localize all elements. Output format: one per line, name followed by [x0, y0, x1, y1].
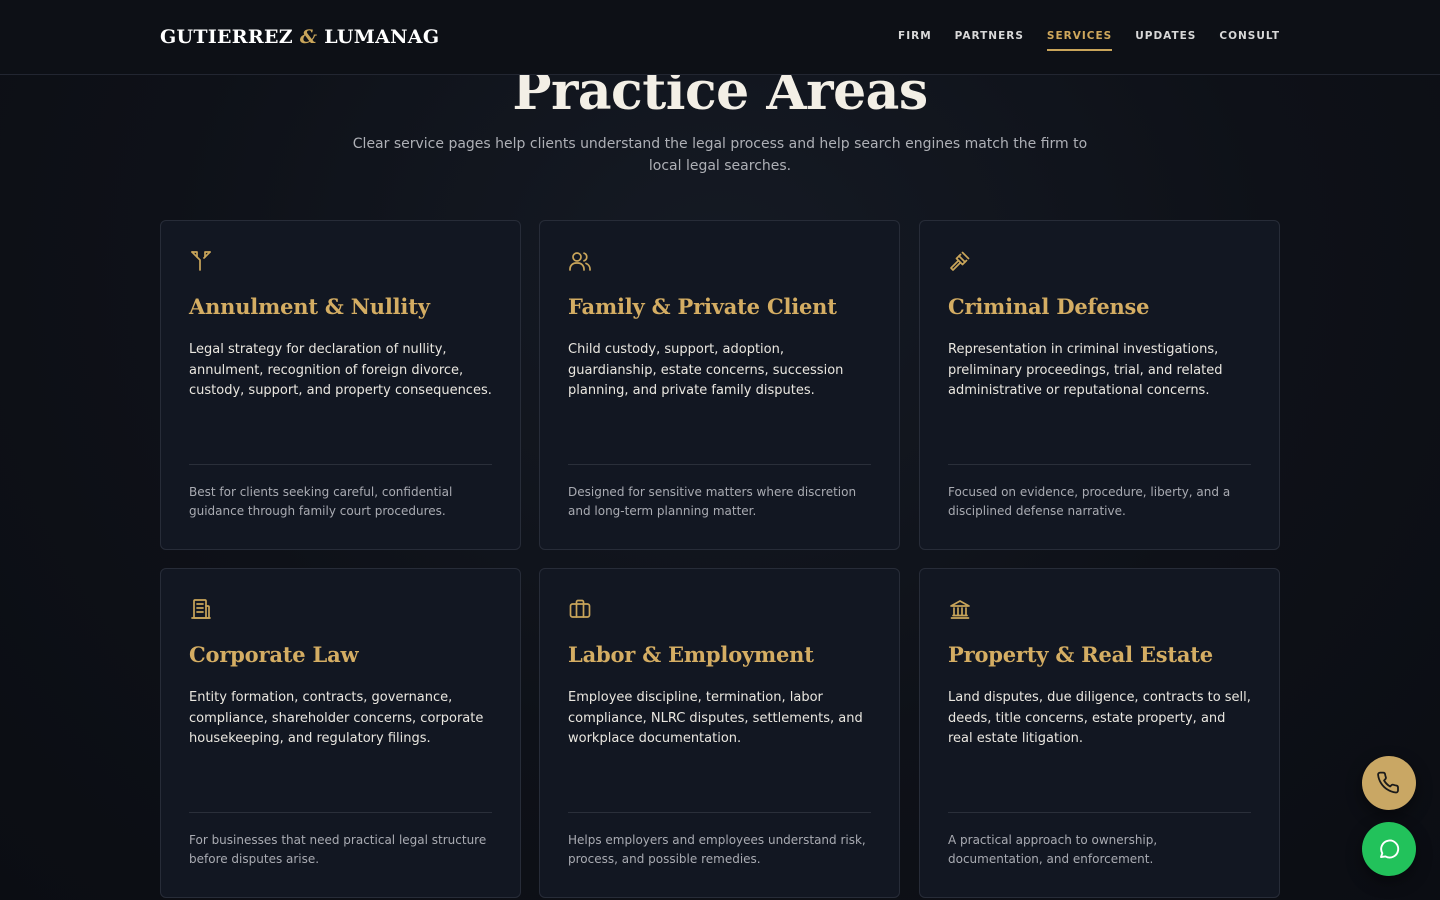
logo-ampersand: &: [299, 26, 318, 48]
main-nav: FIRM PARTNERS SERVICES UPDATES CONSULT: [898, 30, 1280, 51]
card-note: Focused on evidence, procedure, liberty,…: [948, 485, 1231, 518]
card-title: Labor & Employment: [568, 642, 814, 667]
nav-item-partners[interactable]: PARTNERS: [955, 30, 1024, 49]
practice-card-annulment[interactable]: Annulment & Nullity Legal strategy for d…: [160, 220, 521, 550]
chat-icon: [1377, 837, 1401, 861]
nav-item-consult[interactable]: CONSULT: [1219, 30, 1280, 49]
nav-item-services[interactable]: SERVICES: [1046, 30, 1113, 51]
card-description: Land disputes, due diligence, contracts …: [948, 690, 1251, 746]
card-note: Best for clients seeking careful, confid…: [189, 485, 453, 518]
card-description: Employee discipline, termination, labor …: [568, 690, 863, 746]
practice-card-property[interactable]: Property & Real Estate Land disputes, du…: [919, 568, 1280, 898]
card-title: Corporate Law: [189, 642, 359, 667]
card-note: Helps employers and employees understand…: [568, 833, 866, 866]
card-title: Criminal Defense: [948, 294, 1150, 319]
card-note: For businesses that need practical legal…: [189, 833, 487, 866]
card-title: Property & Real Estate: [948, 642, 1213, 667]
card-description: Representation in criminal investigation…: [948, 342, 1223, 398]
card-description: Legal strategy for declaration of nullit…: [189, 342, 492, 398]
card-divider: [948, 464, 1251, 465]
nav-item-firm[interactable]: FIRM: [898, 30, 932, 49]
practice-card-criminal[interactable]: Criminal Defense Representation in crimi…: [919, 220, 1280, 550]
card-divider: [568, 812, 871, 813]
card-title: Annulment & Nullity: [189, 294, 430, 319]
building-icon: [189, 597, 213, 621]
card-note: A practical approach to ownership, docum…: [948, 833, 1158, 866]
card-title: Family & Private Client: [568, 294, 837, 319]
briefcase-icon: [568, 597, 592, 621]
whatsapp-chat-button[interactable]: [1362, 822, 1416, 876]
card-description: Entity formation, contracts, governance,…: [189, 690, 484, 746]
card-divider: [189, 812, 492, 813]
card-description: Child custody, support, adoption, guardi…: [568, 342, 844, 398]
site-header: GUTIERREZ & LUMANAG FIRM PARTNERS SERVIC…: [0, 0, 1440, 75]
practice-card-family[interactable]: Family & Private Client Child custody, s…: [539, 220, 900, 550]
landmark-icon: [948, 597, 972, 621]
card-divider: [948, 812, 1251, 813]
phone-icon: [1377, 771, 1401, 795]
card-note: Designed for sensitive matters where dis…: [568, 485, 857, 518]
practice-card-corporate[interactable]: Corporate Law Entity formation, contract…: [160, 568, 521, 898]
call-button[interactable]: [1362, 756, 1416, 810]
split-arrows-icon: [189, 249, 213, 273]
logo-right-name: LUMANAG: [324, 26, 440, 48]
practice-card-labor[interactable]: Labor & Employment Employee discipline, …: [539, 568, 900, 898]
users-icon: [568, 249, 592, 273]
firm-logo[interactable]: GUTIERREZ & LUMANAG: [160, 26, 439, 48]
nav-item-updates[interactable]: UPDATES: [1135, 30, 1196, 49]
logo-left-name: GUTIERREZ: [160, 26, 293, 48]
card-divider: [568, 464, 871, 465]
gavel-icon: [948, 249, 972, 273]
card-divider: [189, 464, 492, 465]
page-subtitle: Clear service pages help clients underst…: [352, 136, 1088, 174]
